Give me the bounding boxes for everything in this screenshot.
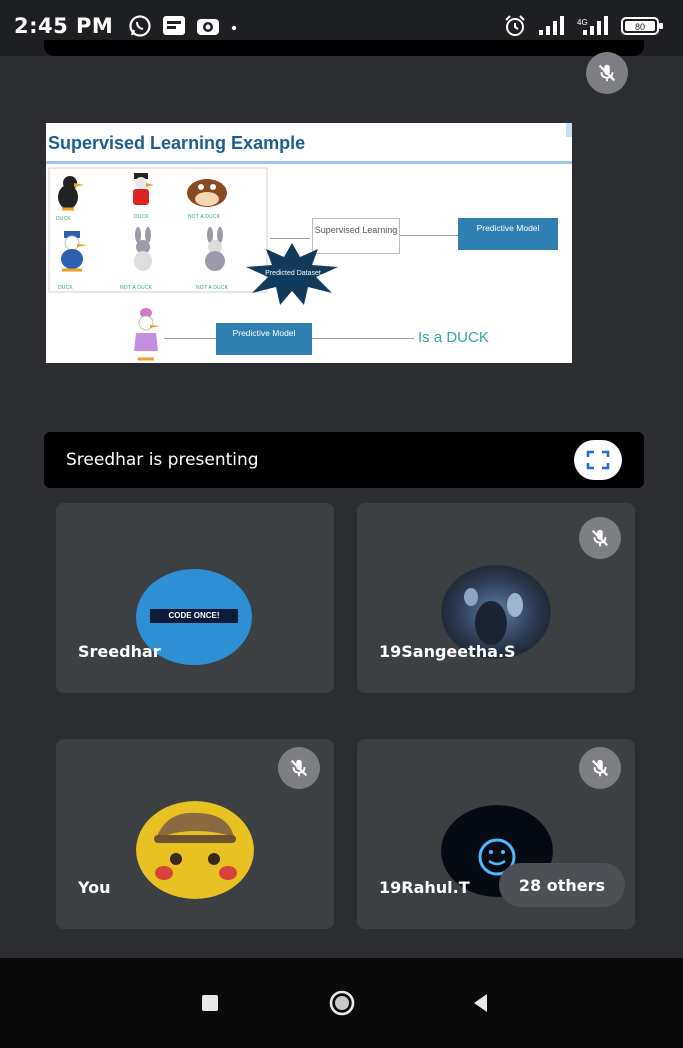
svg-text:4G: 4G xyxy=(577,18,588,27)
mic-off-badge xyxy=(579,517,621,559)
system-icons: 4G 80 xyxy=(503,14,665,38)
message-icon xyxy=(163,16,185,35)
battery-icon: 80 xyxy=(621,17,663,35)
daisy-duck-image xyxy=(134,308,160,361)
signal-icon: 4G xyxy=(577,16,608,35)
presenting-text: Sreedhar is presenting xyxy=(66,450,259,470)
camera-icon xyxy=(197,19,219,35)
home-button[interactable] xyxy=(324,986,360,1020)
slide-title-rule xyxy=(46,161,572,164)
presentation-top-bar xyxy=(44,40,644,56)
connector-line xyxy=(312,338,414,339)
avatar-text: CODE ONCE! xyxy=(150,609,238,623)
dataset-frame xyxy=(48,167,268,293)
mic-off-icon xyxy=(591,759,609,777)
navigation-bar xyxy=(0,958,683,1048)
home-icon xyxy=(329,990,355,1016)
back-button[interactable] xyxy=(462,986,498,1020)
avatar xyxy=(136,801,254,899)
others-chip[interactable]: 28 others xyxy=(498,863,625,907)
slide-accent xyxy=(566,123,572,137)
mic-off-icon xyxy=(290,759,308,777)
battery-level: 80 xyxy=(635,22,645,32)
participant-tile[interactable]: CODE ONCE! Sreedhar xyxy=(56,503,334,693)
signal-icon xyxy=(539,16,564,35)
fullscreen-button[interactable] xyxy=(574,440,622,480)
mic-off-icon xyxy=(591,529,609,547)
connector-line xyxy=(270,238,310,239)
alarm-icon xyxy=(505,15,525,36)
participant-name: 19Sangeetha.S xyxy=(379,642,516,661)
participant-name: 19Rahul.T xyxy=(379,878,470,897)
participant-name: You xyxy=(78,878,111,897)
predicted-dataset-label: Predicted Dataset xyxy=(265,270,321,277)
recent-apps-icon xyxy=(202,995,218,1011)
notification-icons xyxy=(128,14,238,38)
mic-off-badge xyxy=(278,747,320,789)
back-icon xyxy=(474,994,487,1012)
meet-screen: 2:45 PM 4G 80 Supervised Learning Exampl… xyxy=(0,0,683,1048)
slide-result-text: Is a DUCK xyxy=(418,329,489,346)
participant-tile[interactable]: 19Sangeetha.S xyxy=(357,503,635,693)
participant-tile[interactable]: 19Rahul.T 28 others xyxy=(357,739,635,929)
predictive-model-box: Predictive Model xyxy=(458,218,558,250)
presenting-banner: Sreedhar is presenting xyxy=(44,432,644,488)
status-time: 2:45 PM xyxy=(14,14,114,38)
presenter-mic-off-badge xyxy=(586,52,628,94)
shared-slide: Supervised Learning Example DUCK DUCK NO… xyxy=(46,123,572,363)
predictive-model-box-bottom: Predictive Model xyxy=(216,323,312,355)
recent-apps-button[interactable] xyxy=(192,986,228,1020)
participant-name: Sreedhar xyxy=(78,642,161,661)
slide-title: Supervised Learning Example xyxy=(48,133,306,153)
whatsapp-icon xyxy=(129,15,151,37)
dot-icon xyxy=(231,25,237,31)
mic-off-badge xyxy=(579,747,621,789)
connector-line xyxy=(164,338,216,339)
participant-tile[interactable]: You xyxy=(56,739,334,929)
mic-off-icon xyxy=(598,64,616,82)
connector-line xyxy=(400,235,458,236)
fullscreen-icon xyxy=(586,450,610,470)
